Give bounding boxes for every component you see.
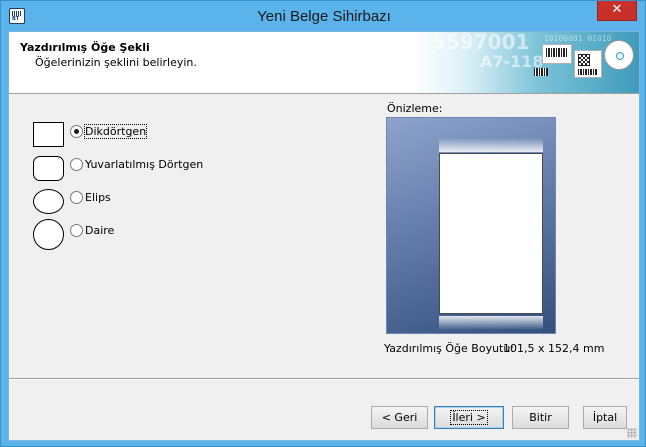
radio-rounded-rectangle[interactable] — [70, 158, 83, 171]
back-button[interactable]: < Geri — [371, 406, 428, 429]
disc-icon — [604, 40, 634, 70]
preview-area — [386, 117, 556, 334]
header-banner-image: 5597001 A7-118 10100001 01010 — [414, 32, 639, 93]
cancel-button[interactable]: İptal — [583, 406, 627, 429]
option-label-ellipse[interactable]: Elips — [85, 191, 111, 204]
page-title: Yazdırılmış Öğe Şekli — [20, 41, 150, 54]
option-label-circle[interactable]: Daire — [85, 224, 114, 237]
item-size-value: 101,5 x 152,4 mm — [503, 342, 605, 355]
title-bar[interactable]: BT Yeni Belge Sihirbazı ✕ — [1, 1, 645, 31]
wizard-window: BT Yeni Belge Sihirbazı ✕ Yazdırılmış Öğ… — [0, 0, 646, 447]
item-size-label: Yazdırılmış Öğe Boyutu: — [384, 342, 515, 355]
option-label-rectangle[interactable]: Dikdörtgen — [83, 124, 148, 139]
banner-number-text: 5597001 — [432, 32, 530, 54]
next-button-label: İleri > — [450, 410, 488, 425]
preview-label-page — [439, 138, 543, 330]
ellipse-shape-icon — [33, 189, 64, 214]
wizard-client-area: Yazdırılmış Öğe Şekli Öğelerinizin şekli… — [8, 31, 640, 441]
barcode-icon — [546, 48, 568, 57]
label-card-icon — [542, 44, 572, 64]
finish-button[interactable]: Bitir — [512, 406, 569, 429]
banner-digits-text: 10100001 01010 — [544, 34, 612, 43]
radio-rectangle[interactable] — [70, 125, 83, 138]
next-button[interactable]: İleri > — [434, 406, 504, 429]
preview-label: Önizleme: — [387, 102, 443, 115]
option-label-rounded-rectangle[interactable]: Yuvarlatılmış Dörtgen — [85, 158, 203, 171]
resize-grip-icon[interactable] — [627, 428, 637, 438]
wizard-header: Yazdırılmış Öğe Şekli Öğelerinizin şekli… — [9, 32, 639, 94]
page-subtitle: Öğelerinizin şeklini belirleyin. — [35, 56, 197, 69]
rectangle-shape-icon — [33, 122, 64, 147]
qr-code-icon — [578, 54, 590, 66]
label-card-icon — [574, 50, 602, 78]
circle-shape-icon — [33, 219, 64, 250]
close-icon: ✕ — [611, 2, 623, 17]
barcode-icon — [534, 68, 548, 76]
radio-circle[interactable] — [70, 224, 83, 237]
close-button[interactable]: ✕ — [597, 1, 637, 21]
window-title: Yeni Belge Sihirbazı — [257, 8, 391, 25]
button-separator — [9, 378, 639, 380]
radio-ellipse[interactable] — [70, 191, 83, 204]
rounded-rectangle-shape-icon — [33, 156, 64, 181]
barcode-icon — [578, 69, 598, 75]
